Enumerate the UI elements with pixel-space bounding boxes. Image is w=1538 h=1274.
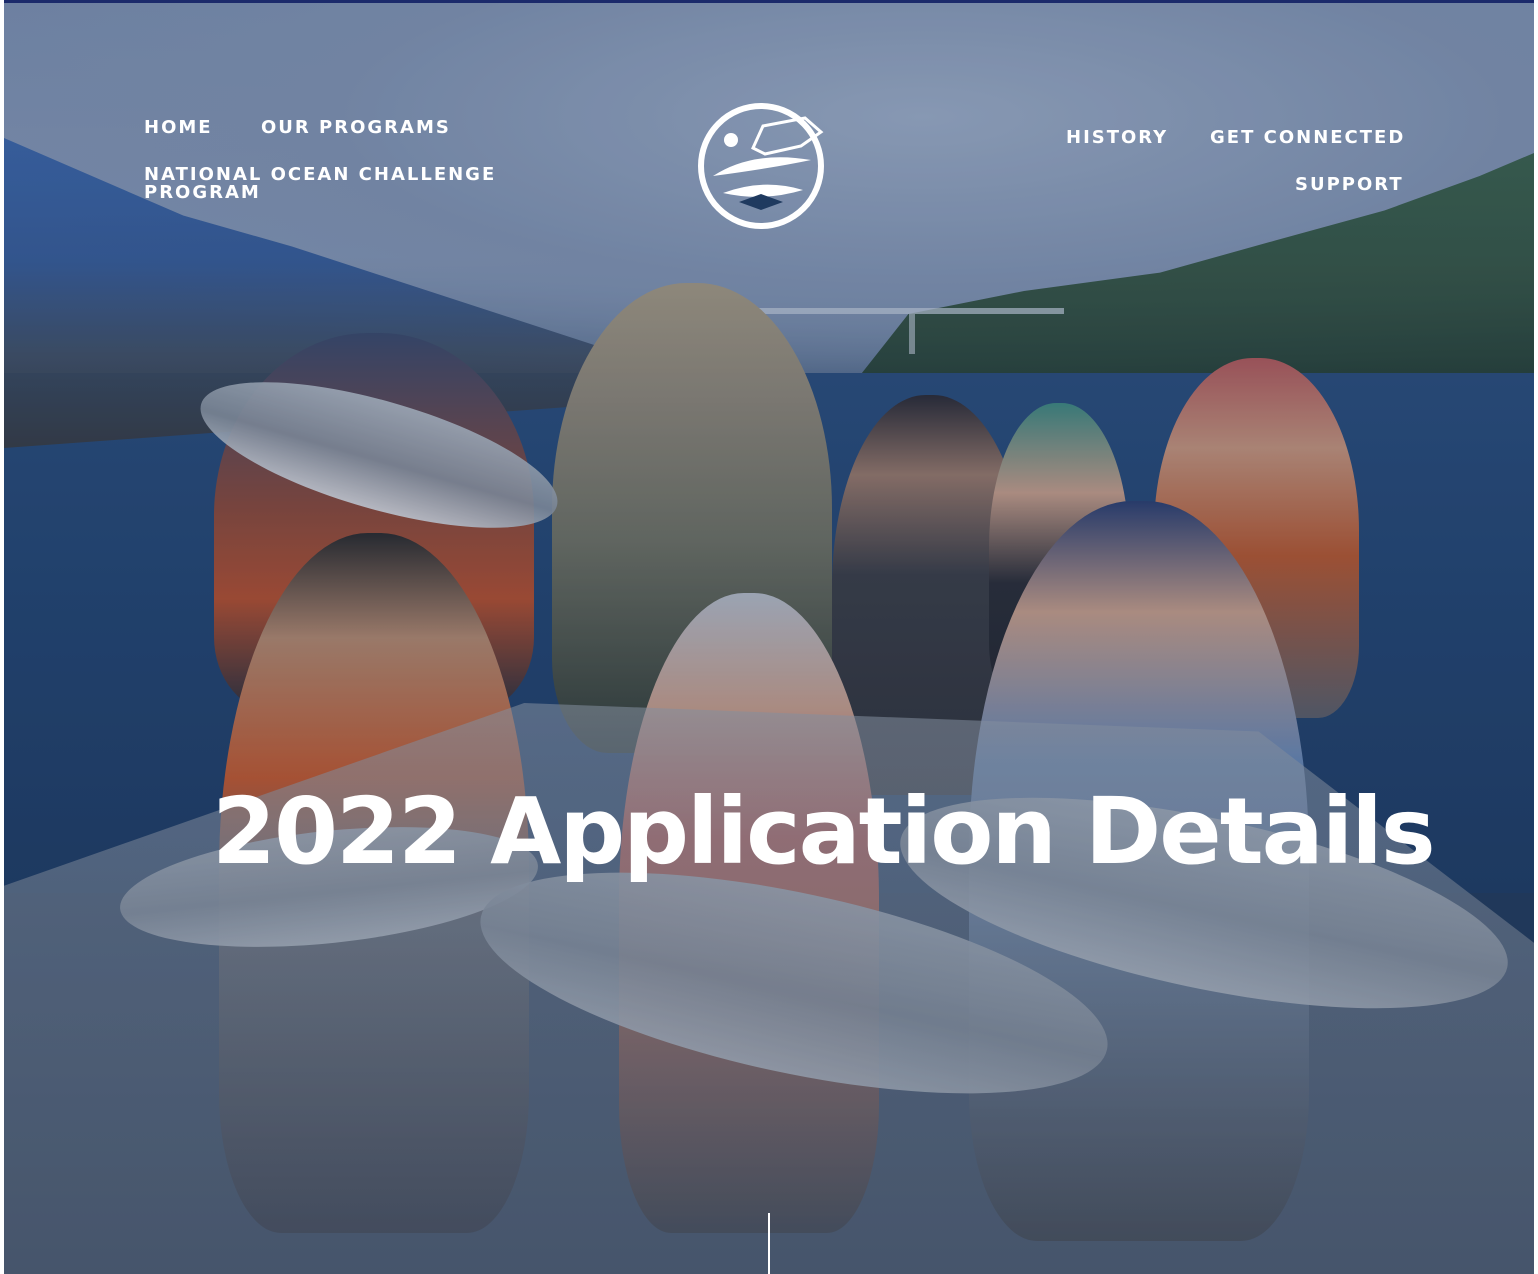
- fish-circle-logo-icon[interactable]: [693, 98, 829, 234]
- nav-history-link[interactable]: HISTORY: [1066, 129, 1168, 147]
- nav-national-ocean-challenge-link[interactable]: NATIONAL OCEAN CHALLENGE PROGRAM: [144, 166, 504, 202]
- scroll-line-indicator-icon[interactable]: [768, 1213, 770, 1274]
- nav-home-link[interactable]: HOME: [144, 119, 213, 137]
- nav-our-programs-link[interactable]: OUR PROGRAMS: [261, 119, 451, 137]
- hero-section: HOME OUR PROGRAMS NATIONAL OCEAN CHALLEN…: [4, 0, 1534, 1274]
- page-title: 2022 Application Details: [212, 777, 1436, 885]
- nav-support-link[interactable]: SUPPORT: [1295, 176, 1404, 194]
- nav-get-connected-link[interactable]: GET CONNECTED: [1210, 129, 1405, 147]
